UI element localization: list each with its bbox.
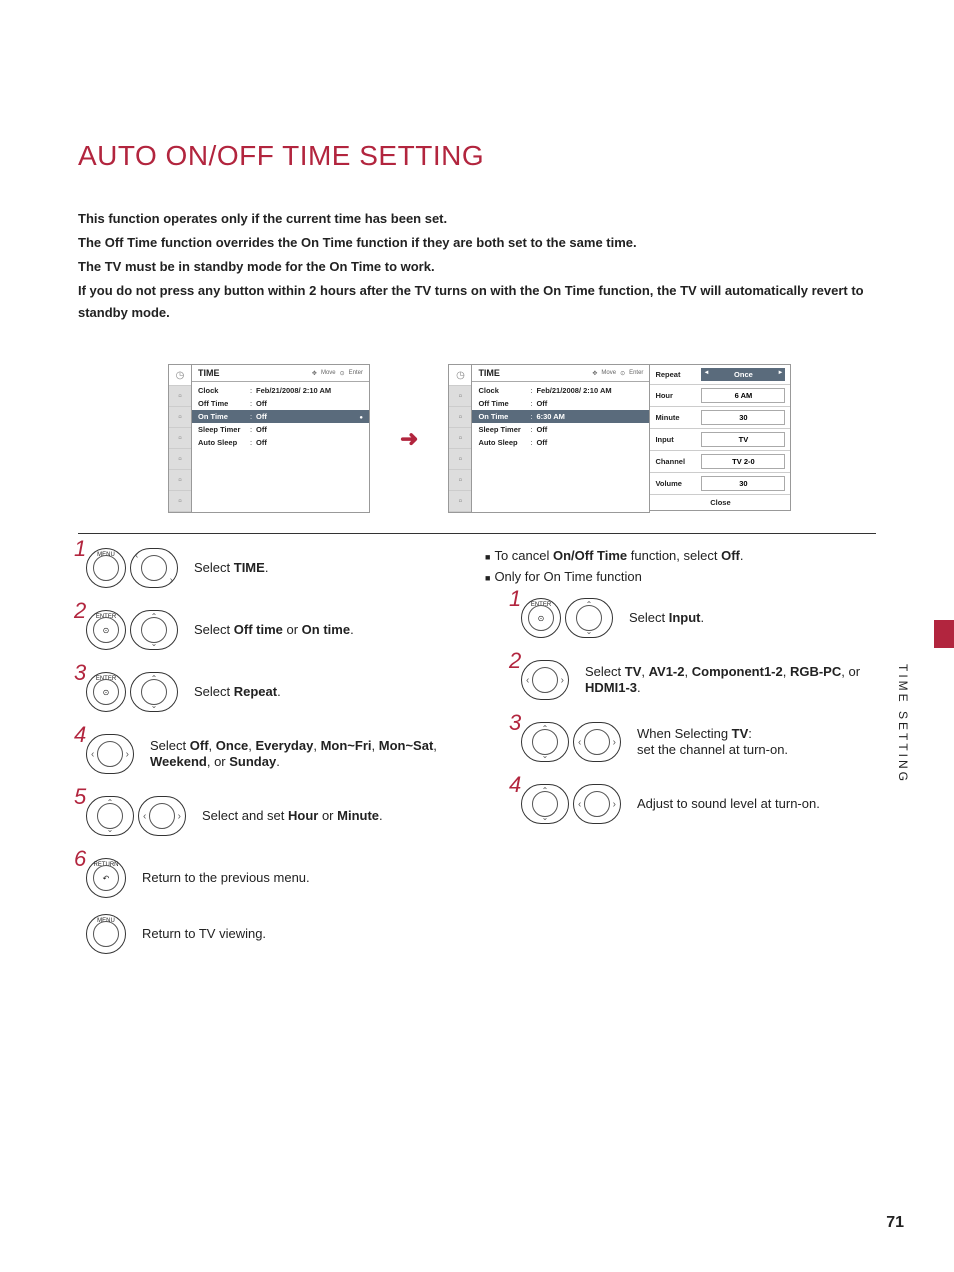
osd-screenshots: ◷ ▫ ▫ ▫ ▫ ▫ ▫ TIME ✥ Move ⊙ Enter Clock:… xyxy=(168,364,876,513)
leftright-icon xyxy=(138,796,186,836)
page-number: 71 xyxy=(886,1214,904,1232)
updown-icon xyxy=(130,610,178,650)
menu-icon: ▫ xyxy=(169,491,191,512)
updown-icon xyxy=(521,722,569,762)
menu-button-icon: MENU xyxy=(86,548,126,588)
leftright-icon xyxy=(573,722,621,762)
enter-button-icon: ENTER⊙ xyxy=(521,598,561,638)
menu-icon: ▫ xyxy=(449,386,471,407)
leftright-icon xyxy=(86,734,134,774)
page-title: AUTO ON/OFF TIME SETTING xyxy=(78,140,876,172)
step-number: 6 xyxy=(74,846,86,872)
osd-title: TIME xyxy=(478,368,500,378)
menu-icon: ▫ xyxy=(169,449,191,470)
intro-line-4: If you do not press any button within 2 … xyxy=(78,280,876,324)
enter-button-icon: ENTER⊙ xyxy=(86,610,126,650)
updown-icon xyxy=(130,672,178,712)
menu-icon: ▫ xyxy=(449,470,471,491)
updown-icon xyxy=(86,796,134,836)
osd-subpanel: RepeatOnce Hour6 AM Minute30 InputTV Cha… xyxy=(649,364,791,511)
menu-icon: ▫ xyxy=(169,428,191,449)
dpad-icon xyxy=(130,548,178,588)
intro-line-1: This function operates only if the curre… xyxy=(78,208,876,230)
menu-icon: ▫ xyxy=(169,470,191,491)
intro-line-2: The Off Time function overrides the On T… xyxy=(78,232,876,254)
updown-icon xyxy=(565,598,613,638)
intro-line-3: The TV must be in standby mode for the O… xyxy=(78,256,876,278)
step-number: 5 xyxy=(74,784,86,810)
clock-icon: ◷ xyxy=(169,365,191,386)
bullet-1: ■To cancel On/Off Time function, select … xyxy=(485,548,876,563)
menu-icon: ▫ xyxy=(449,491,471,512)
step-number: 2 xyxy=(74,598,86,624)
leftright-icon xyxy=(521,660,569,700)
step-number: 4 xyxy=(74,722,86,748)
menu-icon: ▫ xyxy=(449,449,471,470)
step-number: 3 xyxy=(509,710,521,736)
arrow-right-icon: ➜ xyxy=(400,426,418,452)
osd-panel-after: ◷ ▫ ▫ ▫ ▫ ▫ ▫ TIME ✥ Move ⊙ Enter Clock:… xyxy=(448,364,650,513)
step-number: 2 xyxy=(509,648,521,674)
bullet-2: ■Only for On Time function xyxy=(485,569,876,584)
updown-icon xyxy=(521,784,569,824)
menu-icon: ▫ xyxy=(449,407,471,428)
clock-icon: ◷ xyxy=(449,365,471,386)
side-tab-label: TIME SETTING xyxy=(896,664,910,784)
osd-sidebar: ◷ ▫ ▫ ▫ ▫ ▫ ▫ xyxy=(449,365,472,512)
intro-text: This function operates only if the curre… xyxy=(78,208,876,324)
osd-sidebar: ◷ ▫ ▫ ▫ ▫ ▫ ▫ xyxy=(169,365,192,512)
side-tab-color xyxy=(934,620,954,648)
divider xyxy=(78,533,876,534)
step-number: 1 xyxy=(509,586,521,612)
menu-icon: ▫ xyxy=(449,428,471,449)
steps-left: 1 MENU Select TIME. 2 ENTER⊙ Select Off … xyxy=(78,548,469,976)
leftright-icon xyxy=(573,784,621,824)
return-button-icon: RETURN↶ xyxy=(86,858,126,898)
step-number: 4 xyxy=(509,772,521,798)
menu-icon: ▫ xyxy=(169,386,191,407)
step-number: 1 xyxy=(74,536,86,562)
menu-icon: ▫ xyxy=(169,407,191,428)
step-number: 3 xyxy=(74,660,86,686)
osd-panel-before: ◷ ▫ ▫ ▫ ▫ ▫ ▫ TIME ✥ Move ⊙ Enter Clock:… xyxy=(168,364,370,513)
enter-button-icon: ENTER⊙ xyxy=(86,672,126,712)
menu-button-icon: MENU xyxy=(86,914,126,954)
steps-right: ■To cancel On/Off Time function, select … xyxy=(485,548,876,846)
osd-title: TIME xyxy=(198,368,220,378)
